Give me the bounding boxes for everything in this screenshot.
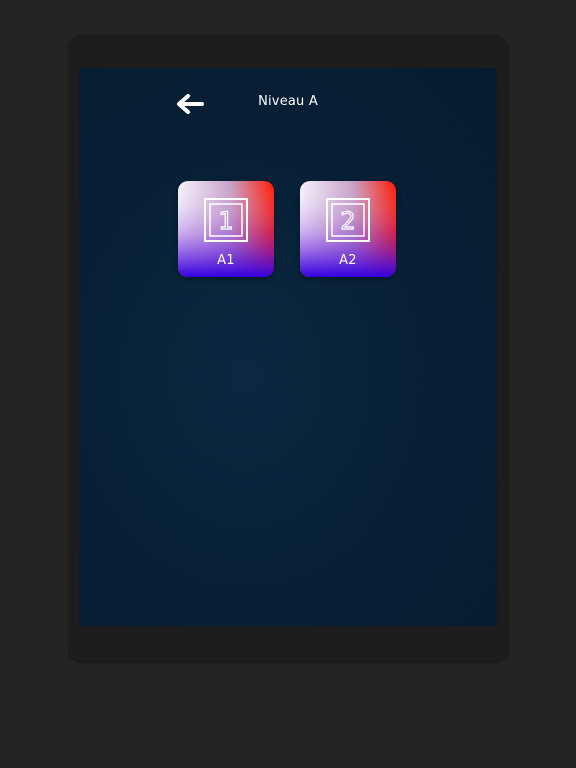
back-button[interactable] bbox=[172, 90, 208, 118]
level-tile-a2[interactable]: 2 A2 bbox=[300, 181, 396, 277]
arrow-left-icon bbox=[177, 94, 204, 114]
app-screen: Niveau A 1 A1 2 A2 bbox=[79, 68, 497, 626]
tile-number: 1 bbox=[218, 207, 233, 235]
tile-number: 2 bbox=[340, 207, 355, 235]
level-tile-a1[interactable]: 1 A1 bbox=[178, 181, 274, 277]
number-frame-icon: 1 bbox=[204, 198, 248, 242]
number-frame-icon: 2 bbox=[326, 198, 370, 242]
page-title: Niveau A bbox=[258, 94, 318, 109]
tile-label: A2 bbox=[339, 253, 357, 268]
tile-label: A1 bbox=[217, 253, 235, 268]
